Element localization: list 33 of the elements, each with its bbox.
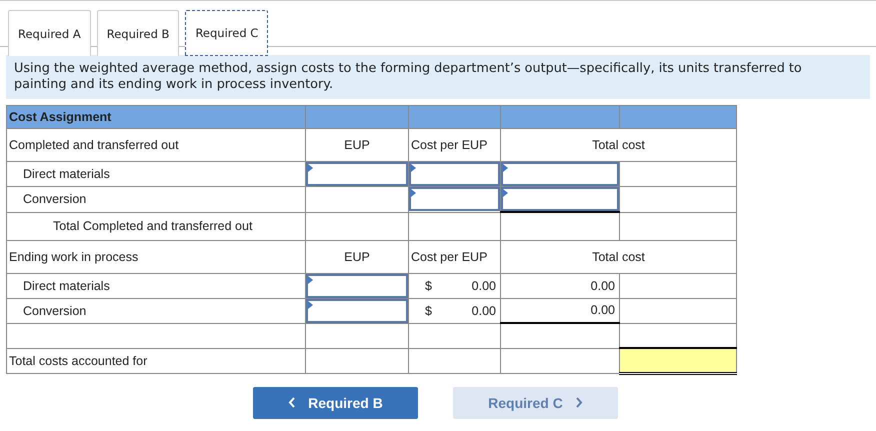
chevron-left-icon [288,397,296,408]
input-field[interactable] [409,187,500,212]
total-label: Total Completed and transferred out [6,212,306,240]
previous-button[interactable]: Required B [253,386,418,418]
row-label: Conversion [6,186,306,212]
total-cell[interactable] [620,348,736,373]
amount-value: 0.00 [590,278,615,292]
input-field[interactable] [501,187,619,211]
row-label: Direct materials [6,273,306,298]
column-header: Cost per EUP [408,240,500,273]
currency-symbol: $ [425,304,432,318]
total-label: Total costs accounted for [6,348,306,373]
amount-value: 0.00 [472,278,496,292]
chevron-right-icon [574,397,583,408]
instruction-text: Using the weighted average method, assign costs to the forming department’s output—specifically, its units transferred to painting and its ending work in process inventory. [6,55,870,99]
table-title: Cost Assignment [6,106,306,128]
amount-value: 0.00 [590,303,615,318]
tab[interactable]: Required B [96,10,180,56]
tab[interactable]: Required C [185,10,268,56]
input-field[interactable] [306,162,408,186]
input-field[interactable] [306,274,408,298]
input-field[interactable] [501,162,619,186]
amount-value: 0.00 [472,304,496,318]
section-label: Ending work in process [6,240,306,273]
column-header: Total cost [500,240,736,273]
column-header: EUP [306,240,408,273]
input-field[interactable] [306,298,408,322]
currency-symbol: $ [425,278,432,292]
row-label: Conversion [6,298,306,323]
row-label: Direct materials [6,162,306,186]
input-field[interactable] [409,162,500,186]
tab[interactable]: Required A [8,10,91,56]
section-label: Completed and transferred out [6,128,306,162]
